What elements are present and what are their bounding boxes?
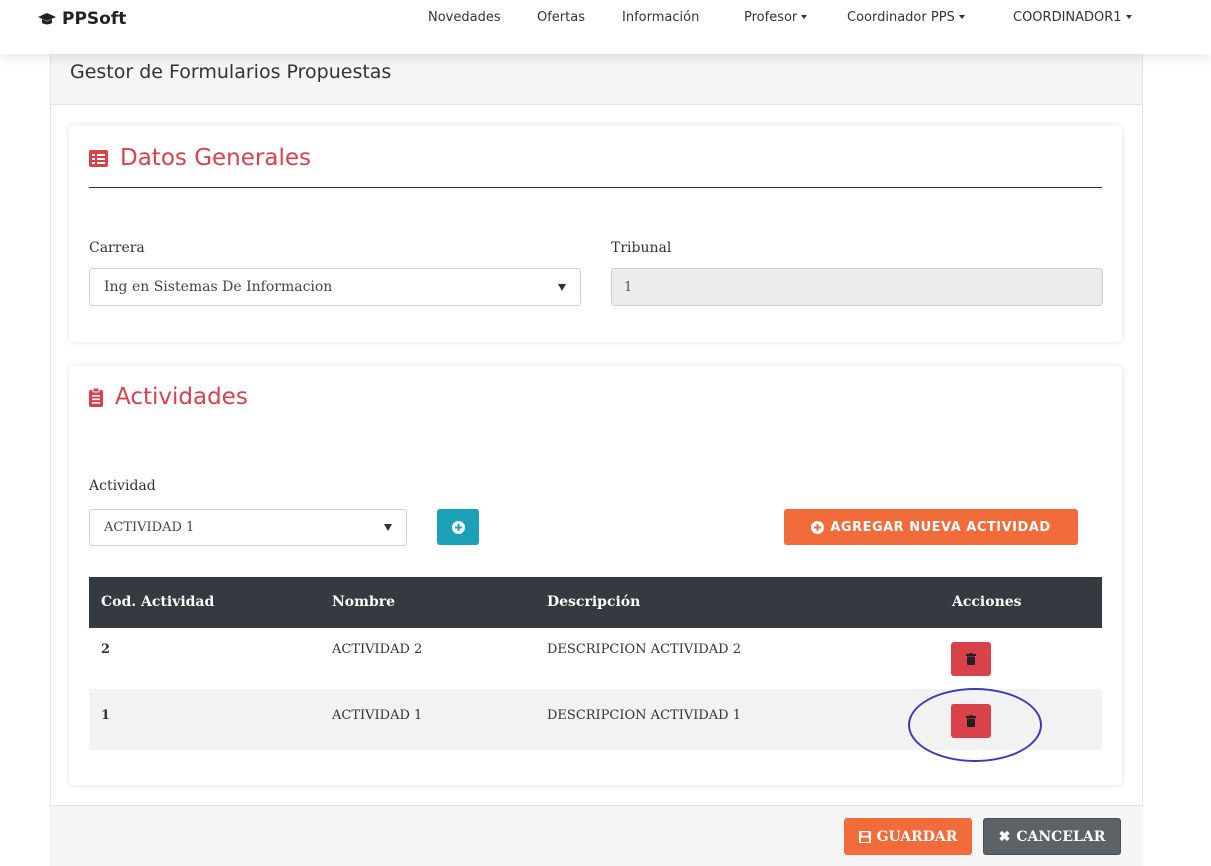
clipboard-icon (89, 387, 103, 407)
page-title: Gestor de Formularios Propuestas (70, 61, 392, 83)
nav-informacion[interactable]: Información (622, 10, 699, 25)
close-icon: ✖ (998, 828, 1011, 845)
delete-button[interactable] (951, 704, 991, 738)
carrera-value: Ing en Sistemas De Informacion (104, 279, 333, 295)
tribunal-field: 1 (611, 268, 1103, 306)
carrera-label: Carrera (89, 240, 145, 256)
cancel-label: CANCELAR (1016, 828, 1106, 845)
nav-coordinador-pps-label: Coordinador PPS (847, 10, 955, 25)
graduation-cap-icon (38, 13, 56, 25)
add-new-activity-button[interactable]: AGREGAR NUEVA ACTIVIDAD (784, 509, 1078, 545)
brand-name: PPSoft (62, 9, 127, 29)
caret-down-icon (1125, 15, 1132, 19)
nav-ofertas[interactable]: Ofertas (537, 10, 585, 25)
cancel-button[interactable]: ✖ CANCELAR (983, 818, 1121, 855)
actividades-title: Actividades (89, 384, 248, 410)
actividad-label: Actividad (89, 478, 156, 494)
dropdown-arrow-icon (384, 524, 392, 531)
activities-table-header: Cod. Actividad Nombre Descripción Accion… (89, 577, 1102, 628)
datos-generales-label: Datos Generales (120, 145, 311, 171)
nav-novedades[interactable]: Novedades (428, 10, 501, 25)
header-acciones: Acciones (952, 594, 1022, 610)
row-nombre: ACTIVIDAD 1 (332, 708, 423, 723)
table-row: 2 ACTIVIDAD 2 DESCRIPCION ACTIVIDAD 2 (89, 628, 1102, 689)
trash-icon (966, 653, 976, 665)
row-cod: 1 (101, 708, 111, 723)
plus-circle-icon (811, 520, 825, 534)
table-row: 1 ACTIVIDAD 1 DESCRIPCION ACTIVIDAD 1 (89, 689, 1102, 750)
brand-link[interactable]: PPSoft (38, 9, 126, 29)
caret-down-icon (958, 15, 965, 19)
datos-generales-title: Datos Generales (89, 145, 311, 171)
add-activity-button[interactable] (437, 509, 479, 545)
tribunal-label: Tribunal (611, 240, 672, 256)
section-divider (89, 187, 1102, 188)
actividad-value: ACTIVIDAD 1 (104, 520, 195, 535)
row-nombre: ACTIVIDAD 2 (332, 642, 423, 657)
panel-footer (50, 805, 1143, 866)
actividades-label: Actividades (115, 384, 248, 410)
row-descripcion: DESCRIPCION ACTIVIDAD 1 (547, 708, 741, 723)
floppy-disk-icon (858, 830, 871, 843)
plus-circle-icon (451, 520, 465, 534)
carrera-select[interactable]: Ing en Sistemas De Informacion (89, 268, 581, 306)
top-navbar: PPSoft Novedades Ofertas Información Pro… (0, 0, 1211, 54)
row-descripcion: DESCRIPCION ACTIVIDAD 2 (547, 642, 741, 657)
save-button[interactable]: GUARDAR (844, 818, 972, 855)
caret-down-icon (801, 15, 808, 19)
tribunal-value: 1 (624, 279, 633, 295)
dropdown-arrow-icon (558, 283, 566, 291)
nav-user-dropdown[interactable]: COORDINADOR1 (1013, 10, 1132, 25)
nav-user-label: COORDINADOR1 (1013, 10, 1122, 25)
row-cod: 2 (101, 642, 111, 657)
save-label: GUARDAR (876, 828, 958, 845)
nav-coordinador-pps-dropdown[interactable]: Coordinador PPS (847, 10, 965, 25)
panel-header: Gestor de Formularios Propuestas (51, 51, 1142, 105)
nav-profesor-dropdown[interactable]: Profesor (744, 10, 808, 25)
add-new-activity-label: AGREGAR NUEVA ACTIVIDAD (830, 519, 1051, 535)
trash-icon (966, 715, 976, 727)
header-descripcion: Descripción (547, 594, 641, 610)
header-cod: Cod. Actividad (101, 594, 215, 610)
actividad-select[interactable]: ACTIVIDAD 1 (89, 509, 407, 546)
header-nombre: Nombre (332, 594, 396, 610)
nav-profesor-label: Profesor (744, 10, 798, 25)
delete-button[interactable] (951, 642, 991, 676)
list-alt-icon (89, 149, 108, 167)
